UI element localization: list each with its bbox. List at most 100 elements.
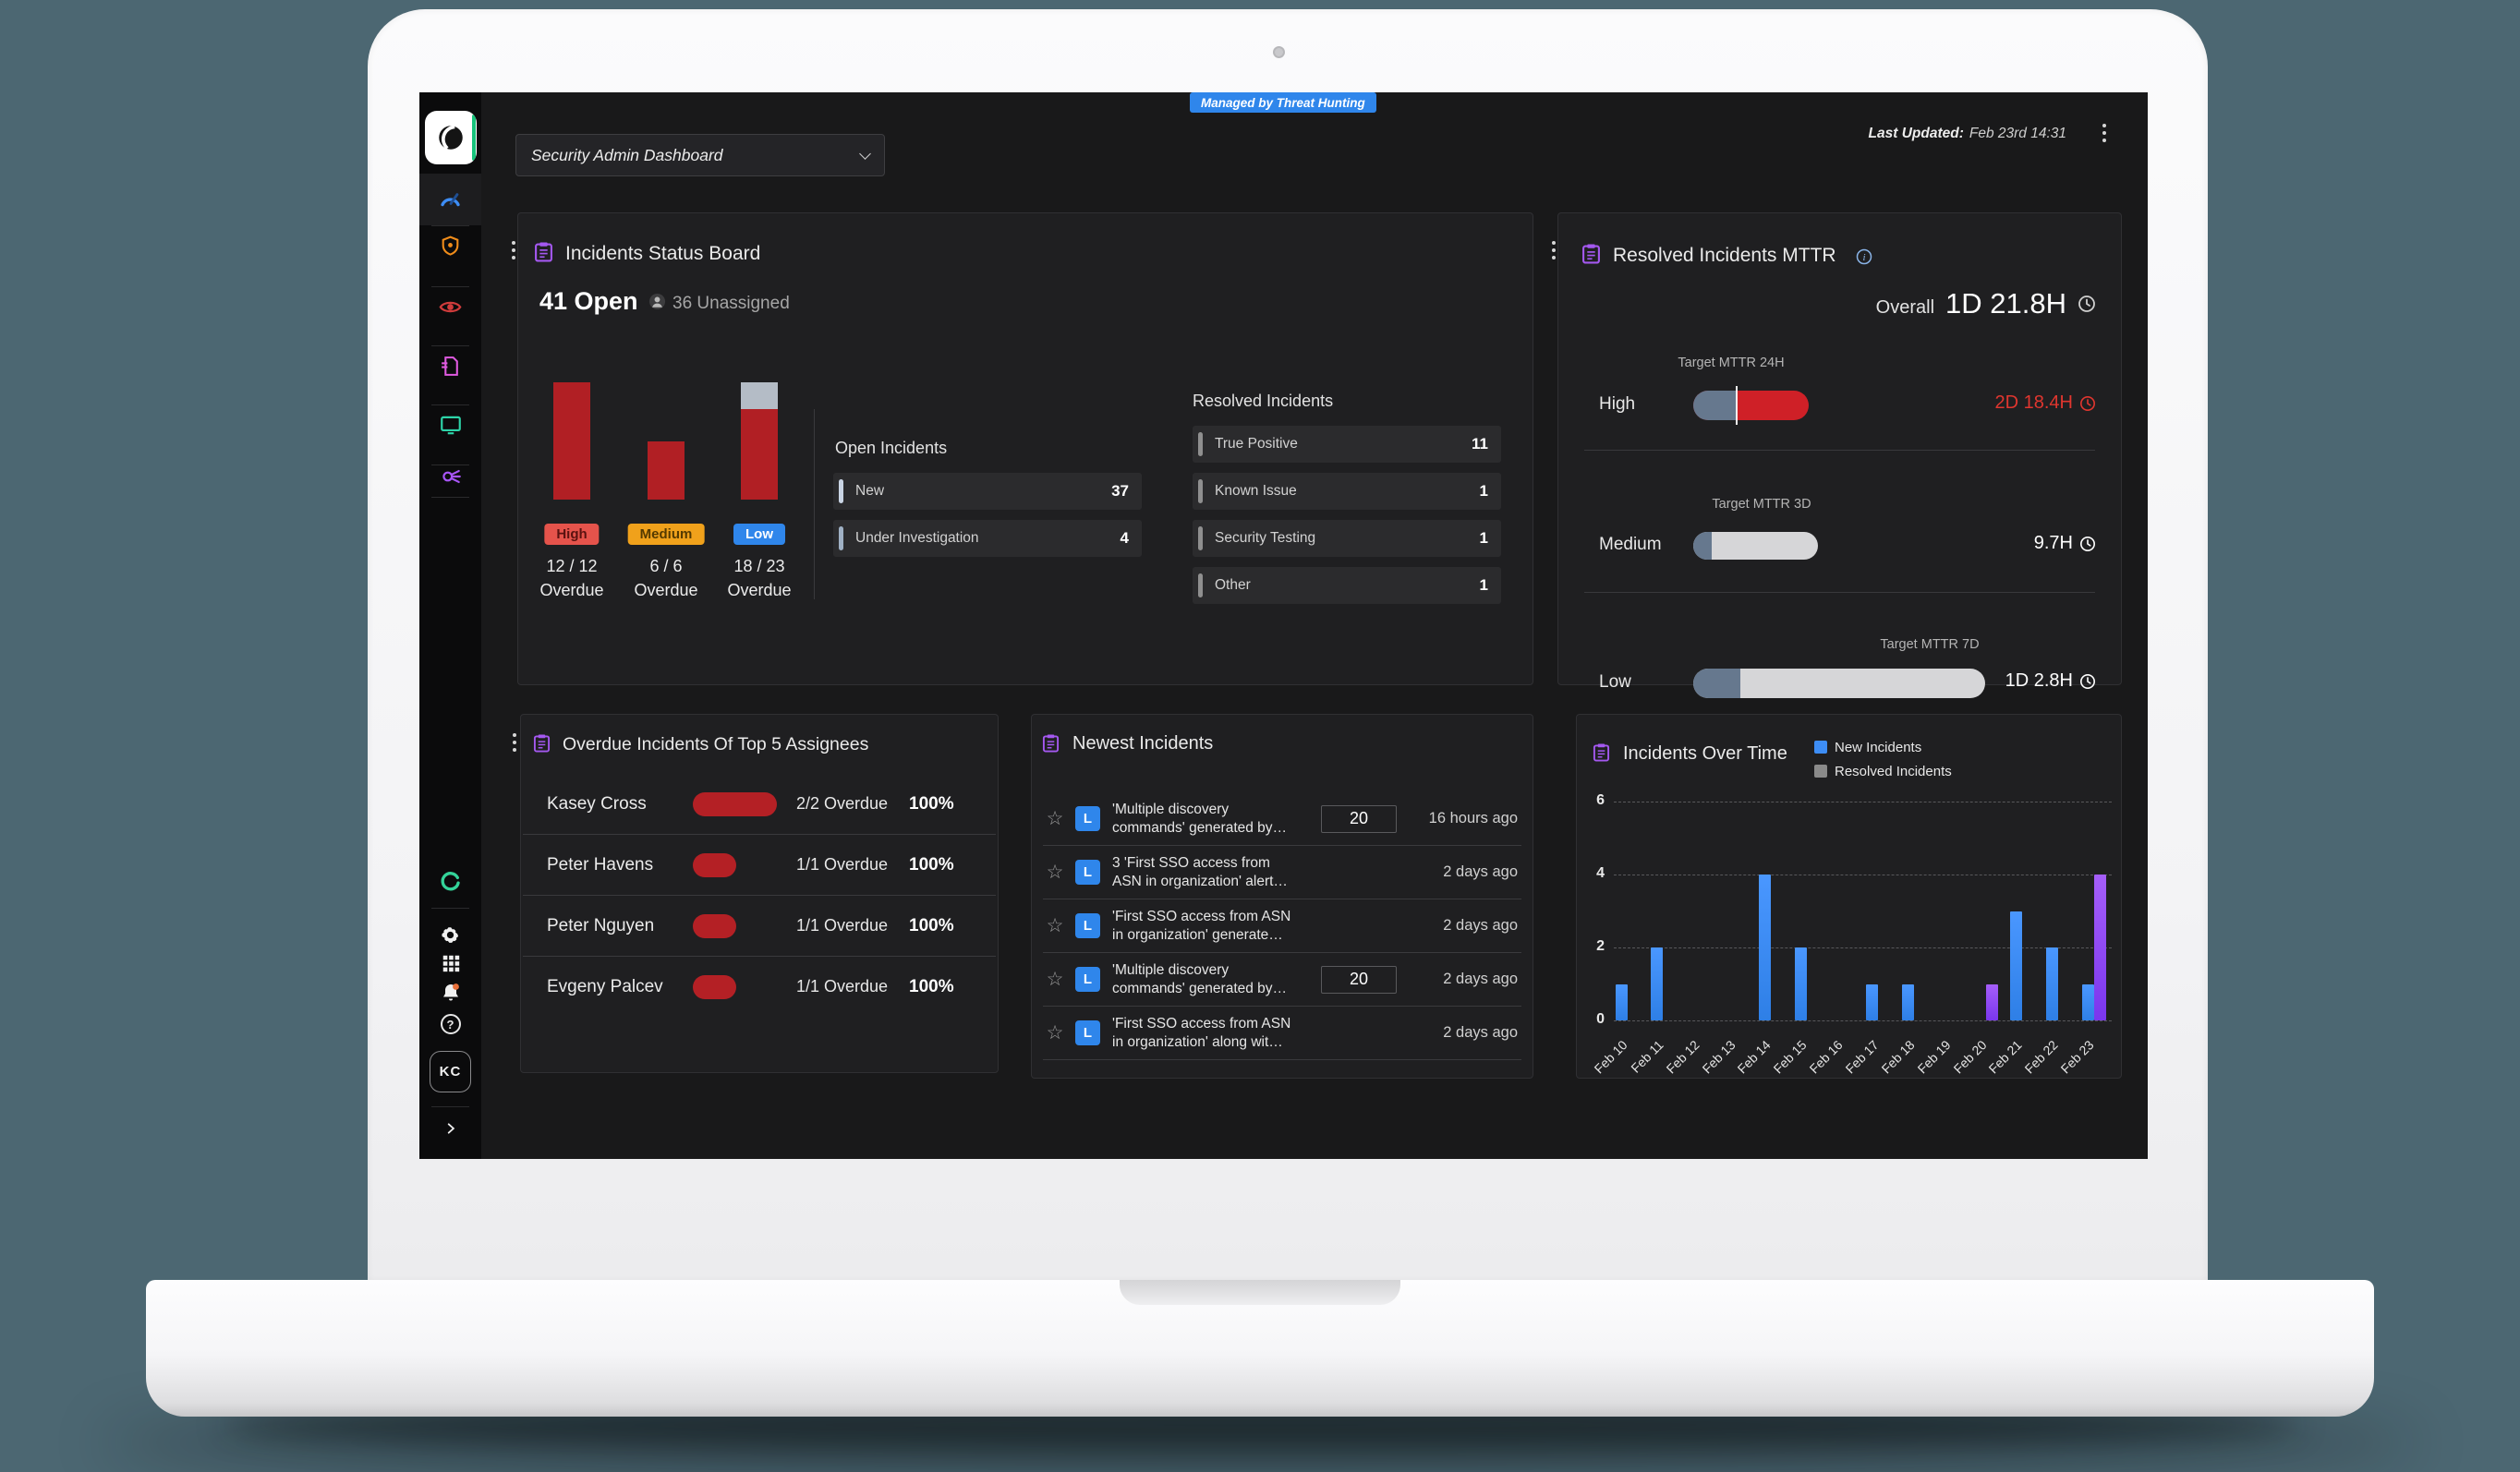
sidebar-item-endpoints[interactable] — [419, 406, 481, 443]
incident-time: 2 days ago — [1443, 971, 1521, 988]
newest-incidents-card: Newest Incidents ☆L'Multiple discoveryco… — [1031, 714, 1533, 1079]
list-item[interactable]: Security Testing1 — [1193, 520, 1501, 557]
chevron-down-icon — [859, 148, 871, 160]
incident-time: 2 days ago — [1443, 863, 1521, 881]
card-menu-button[interactable] — [1545, 239, 1562, 263]
dashboard-selector-value: Security Admin Dashboard — [531, 146, 723, 165]
row-value: 11 — [1472, 435, 1488, 453]
severity-bar-low — [741, 382, 778, 500]
bar-new-incidents — [1616, 984, 1628, 1021]
card-menu-button[interactable] — [506, 731, 523, 755]
y-tick-label: 0 — [1577, 1011, 1605, 1028]
overdue-bar — [693, 975, 736, 999]
severity-counts: 18 / 23 — [704, 557, 815, 576]
incident-description: 'First SSO access from ASNin organizatio… — [1112, 1015, 1321, 1052]
overdue-count: 1/1 Overdue — [796, 916, 909, 935]
list-item[interactable]: True Positive 11 — [1193, 426, 1501, 463]
star-icon[interactable]: ☆ — [1043, 914, 1067, 937]
row-accent-bar — [1198, 526, 1203, 550]
sidebar-item-dashboards[interactable] — [419, 181, 481, 218]
incident-row[interactable]: ☆L'First SSO access from ASNin organizat… — [1043, 1007, 1521, 1059]
app-logo[interactable] — [425, 111, 477, 164]
help-icon: ? — [441, 1014, 461, 1034]
row-accent-bar — [839, 479, 843, 503]
sidebar-divider — [431, 225, 469, 226]
assignee-row[interactable]: Evgeny Palcev1/1 Overdue100% — [521, 957, 998, 1017]
severity-bar-remainder — [741, 382, 778, 409]
mttr-elapsed-segment — [1693, 532, 1712, 560]
clipboard-icon — [533, 733, 551, 754]
sidebar-item-shield[interactable] — [419, 227, 481, 264]
page-menu-button[interactable] — [2096, 122, 2113, 146]
sidebar-item-threat-watch[interactable] — [419, 288, 481, 325]
target-marker — [1736, 386, 1738, 425]
overdue-count: 1/1 Overdue — [796, 977, 909, 996]
assignee-row[interactable]: Peter Havens1/1 Overdue100% — [521, 835, 998, 895]
incident-row[interactable]: ☆L3 'First SSO access fromASN in organiz… — [1043, 846, 1521, 899]
open-incidents-list: New37 Under Investigation4 — [833, 473, 1142, 567]
star-icon[interactable]: ☆ — [1043, 1021, 1067, 1044]
sidebar-item-help[interactable]: ? — [419, 1006, 481, 1043]
incident-description: 'First SSO access from ASNin organizatio… — [1112, 908, 1321, 945]
avatar[interactable]: KC — [430, 1051, 471, 1092]
open-count: 41 Open — [539, 287, 638, 316]
sidebar-divider — [431, 404, 469, 405]
row-divider — [1043, 1059, 1521, 1060]
sidebar-item-sync[interactable] — [419, 862, 481, 899]
incident-line2: in organization' generate… — [1112, 926, 1321, 945]
mttr-elapsed-segment — [1693, 391, 1736, 420]
mttr-bar-high — [1693, 391, 1809, 420]
incident-time: 2 days ago — [1443, 1024, 1521, 1042]
row-label: True Positive — [1215, 436, 1298, 452]
list-item[interactable]: Known Issue1 — [1193, 473, 1501, 510]
star-icon[interactable]: ☆ — [1043, 968, 1067, 991]
bar-new-incidents — [2046, 947, 2058, 1020]
assignee-row[interactable]: Kasey Cross2/2 Overdue100% — [521, 774, 998, 834]
gridline — [1614, 947, 2112, 948]
target-mttr-label: Target MTTR 24H — [1639, 356, 1823, 370]
overdue-assignees-card: Overdue Incidents Of Top 5 Assignees Kas… — [520, 714, 999, 1073]
mttr-elapsed-segment — [1693, 669, 1740, 698]
clipboard-icon — [1042, 733, 1060, 754]
card-title: Overdue Incidents Of Top 5 Assignees — [563, 734, 868, 755]
dashboard-selector[interactable]: Security Admin Dashboard — [515, 134, 885, 176]
star-icon[interactable]: ☆ — [1043, 861, 1067, 884]
incidents-over-time-card: Incidents Over Time New IncidentsResolve… — [1576, 714, 2122, 1079]
assignee-row[interactable]: Peter Nguyen1/1 Overdue100% — [521, 896, 998, 956]
overdue-percent: 100% — [909, 977, 954, 997]
severity-badge: Low — [733, 524, 785, 545]
list-item[interactable]: Under Investigation4 — [833, 520, 1142, 557]
incident-row[interactable]: ☆L'First SSO access from ASNin organizat… — [1043, 899, 1521, 952]
card-menu-button[interactable] — [505, 239, 522, 263]
overdue-bar — [693, 914, 736, 938]
incident-description: 'Multiple discoverycommands' generated b… — [1112, 961, 1321, 998]
assignee-name: Kasey Cross — [547, 794, 693, 814]
row-value: 1 — [1480, 529, 1488, 548]
bar-new-incidents — [2082, 984, 2094, 1021]
laptop-notch — [1120, 1280, 1400, 1305]
info-icon[interactable]: i — [1856, 248, 1872, 265]
webcam-icon — [1273, 46, 1285, 58]
row-accent-bar — [1198, 573, 1203, 597]
monitor-icon — [439, 413, 463, 437]
clock-icon — [2079, 536, 2096, 552]
star-icon[interactable]: ☆ — [1043, 807, 1067, 830]
incident-line1: 'Multiple discovery — [1112, 961, 1321, 980]
clock-icon — [2078, 295, 2096, 313]
sidebar-collapse-button[interactable] — [419, 1110, 481, 1147]
list-item[interactable]: New37 — [833, 473, 1142, 510]
sidebar-item-investigation[interactable] — [419, 458, 481, 495]
incident-row[interactable]: ☆L'Multiple discoverycommands' generated… — [1043, 792, 1521, 845]
incident-time: 2 days ago — [1443, 917, 1521, 935]
incident-line2: commands' generated by… — [1112, 980, 1321, 998]
row-divider — [1584, 450, 2095, 451]
list-item[interactable]: Other1 — [1193, 567, 1501, 604]
bar-new-incidents — [1651, 947, 1663, 1020]
chart-plot: 0246Feb 10Feb 11Feb 12Feb 13Feb 14Feb 15… — [1577, 715, 2121, 1078]
mttr-value: 9.7H — [2034, 533, 2096, 554]
card-title: Incidents Status Board — [565, 243, 760, 265]
severity-l-badge: L — [1075, 967, 1100, 992]
sidebar-item-reports[interactable] — [419, 347, 481, 384]
alert-count: 20 — [1321, 805, 1397, 833]
incident-row[interactable]: ☆ L 'Multiple discoverycommands' generated… — [1043, 953, 1521, 1006]
